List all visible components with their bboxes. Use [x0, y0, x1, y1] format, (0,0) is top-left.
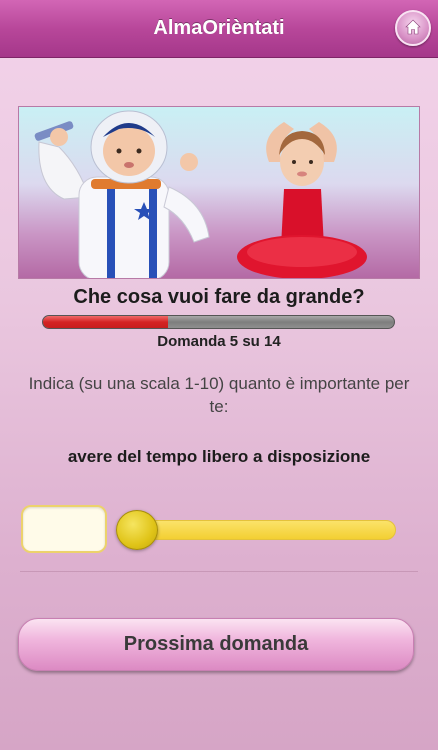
progress-bar — [42, 315, 395, 329]
statement-text: avere del tempo libero a disposizione — [67, 447, 371, 466]
slider-value-box — [21, 505, 107, 553]
importance-slider-track[interactable] — [120, 520, 396, 540]
instruction-text: Indica (su una scala 1-10) quanto è impo… — [28, 374, 410, 416]
navigation-bar: AlmaOrièntati — [0, 0, 438, 58]
banner-image — [18, 106, 420, 279]
home-icon — [405, 19, 421, 35]
app-title: AlmaOrièntati — [153, 17, 285, 39]
importance-slider-thumb[interactable] — [116, 510, 158, 550]
next-question-button[interactable]: Prossima domanda — [18, 618, 414, 671]
progress-fill — [43, 316, 169, 328]
home-button[interactable] — [395, 10, 431, 46]
divider — [20, 571, 418, 572]
question-counter: Domanda 5 su 14 — [157, 333, 281, 350]
children-illustration — [34, 110, 367, 278]
question-title: Che cosa vuoi fare da grande? — [73, 286, 365, 308]
ballerina-figure — [237, 122, 367, 278]
astronaut-figure — [34, 110, 210, 278]
